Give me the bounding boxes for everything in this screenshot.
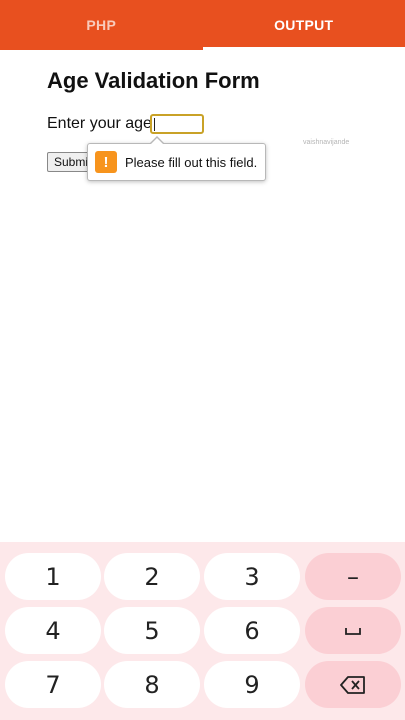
age-input[interactable]: [150, 114, 204, 134]
key-4[interactable]: 4: [5, 607, 101, 654]
key-7[interactable]: 7: [5, 661, 101, 708]
key-backspace[interactable]: [305, 661, 401, 708]
backspace-icon: [340, 675, 366, 695]
output-panel: Age Validation Form Enter your age: Subm…: [0, 50, 405, 542]
numeric-keyboard: 1 2 3 – 4 5 6 7 8 9: [0, 542, 405, 720]
key-3[interactable]: 3: [204, 553, 300, 600]
key-1[interactable]: 1: [5, 553, 101, 600]
key-minus[interactable]: –: [305, 553, 401, 600]
key-8[interactable]: 8: [104, 661, 200, 708]
page-title: Age Validation Form: [47, 68, 260, 93]
tab-bar: PHP OUTPUT: [0, 0, 405, 50]
key-space[interactable]: [305, 607, 401, 654]
text-caret: [154, 118, 155, 131]
key-9[interactable]: 9: [204, 661, 300, 708]
key-2[interactable]: 2: [104, 553, 200, 600]
validation-message: Please fill out this field.: [125, 154, 258, 170]
app-screen: PHP OUTPUT Age Validation Form Enter you…: [0, 0, 405, 720]
watermark: vaishnavijande: [303, 139, 350, 146]
warning-icon: !: [95, 151, 117, 173]
key-6[interactable]: 6: [204, 607, 300, 654]
space-icon: [344, 625, 362, 637]
tab-output[interactable]: OUTPUT: [202, 0, 405, 50]
age-label: Enter your age:: [47, 115, 157, 132]
key-5[interactable]: 5: [104, 607, 200, 654]
tab-php[interactable]: PHP: [0, 0, 203, 50]
validation-tooltip: ! Please fill out this field.: [87, 136, 266, 181]
